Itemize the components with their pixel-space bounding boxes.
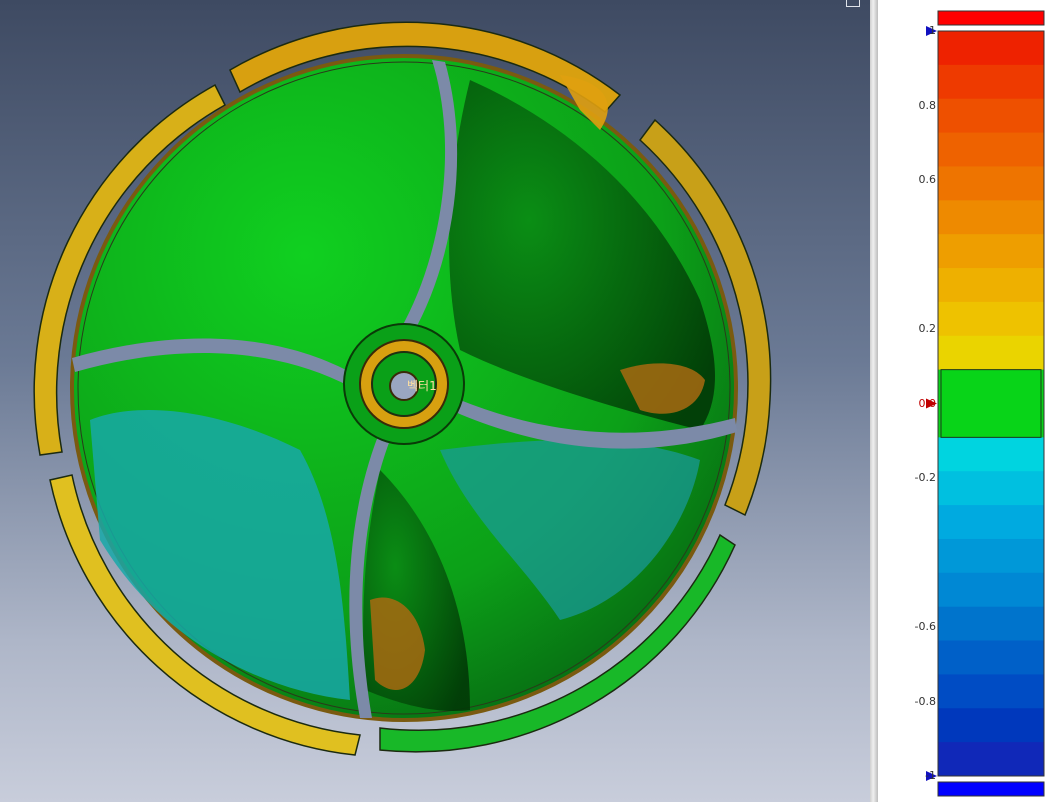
legend-tick-label: 0.6 bbox=[918, 173, 937, 186]
overflow-high-swatch bbox=[937, 10, 1045, 26]
legend-tick-label: -0.6 bbox=[914, 620, 936, 633]
overflow-low-swatch bbox=[937, 781, 1045, 797]
legend-band bbox=[938, 132, 1044, 167]
legend-band bbox=[938, 403, 1044, 438]
legend-band bbox=[938, 742, 1044, 777]
model-label: 벡터1 bbox=[407, 379, 437, 393]
legend-band bbox=[938, 538, 1044, 574]
legend-band bbox=[938, 98, 1044, 134]
legend-band bbox=[938, 31, 1044, 66]
legend-tick-label: -0.8 bbox=[914, 694, 936, 708]
legend-band bbox=[938, 166, 1044, 201]
legend-tick-label: 0.2 bbox=[918, 322, 937, 335]
legend-tick-label: 0.0 bbox=[918, 396, 937, 410]
legend-tick-label: -1 bbox=[925, 769, 936, 782]
legend-band bbox=[938, 674, 1044, 709]
legend-band bbox=[938, 64, 1044, 100]
impeller-hub[interactable] bbox=[343, 323, 465, 445]
legend-band bbox=[938, 640, 1044, 675]
impeller-model[interactable]: 벡터1 bbox=[0, 0, 870, 802]
legend-band bbox=[938, 606, 1044, 642]
legend-tick-label: 0.8 bbox=[918, 98, 937, 112]
legend-band bbox=[938, 234, 1044, 269]
legend-tick-label: -0.2 bbox=[914, 471, 936, 484]
3d-viewport[interactable]: 벡터1 bbox=[0, 0, 870, 802]
legend-band bbox=[938, 301, 1044, 337]
legend-band bbox=[938, 200, 1044, 235]
color-legend-panel: 1 0.8 0.6 0.2 0.0 -0.2 -0.6 -0.8 -1 bbox=[878, 0, 1052, 802]
color-scale bbox=[926, 10, 1045, 797]
legend-band bbox=[938, 268, 1044, 303]
legend-band bbox=[938, 708, 1044, 743]
legend-band bbox=[938, 437, 1044, 472]
legend-band bbox=[938, 471, 1044, 506]
resize-handle-icon[interactable] bbox=[846, 0, 860, 7]
legend-band bbox=[938, 369, 1044, 404]
legend-band bbox=[938, 335, 1044, 371]
legend-band bbox=[938, 505, 1044, 540]
legend-tick-label: 1 bbox=[929, 24, 936, 37]
panel-splitter[interactable] bbox=[870, 0, 878, 802]
legend-band bbox=[938, 572, 1044, 608]
